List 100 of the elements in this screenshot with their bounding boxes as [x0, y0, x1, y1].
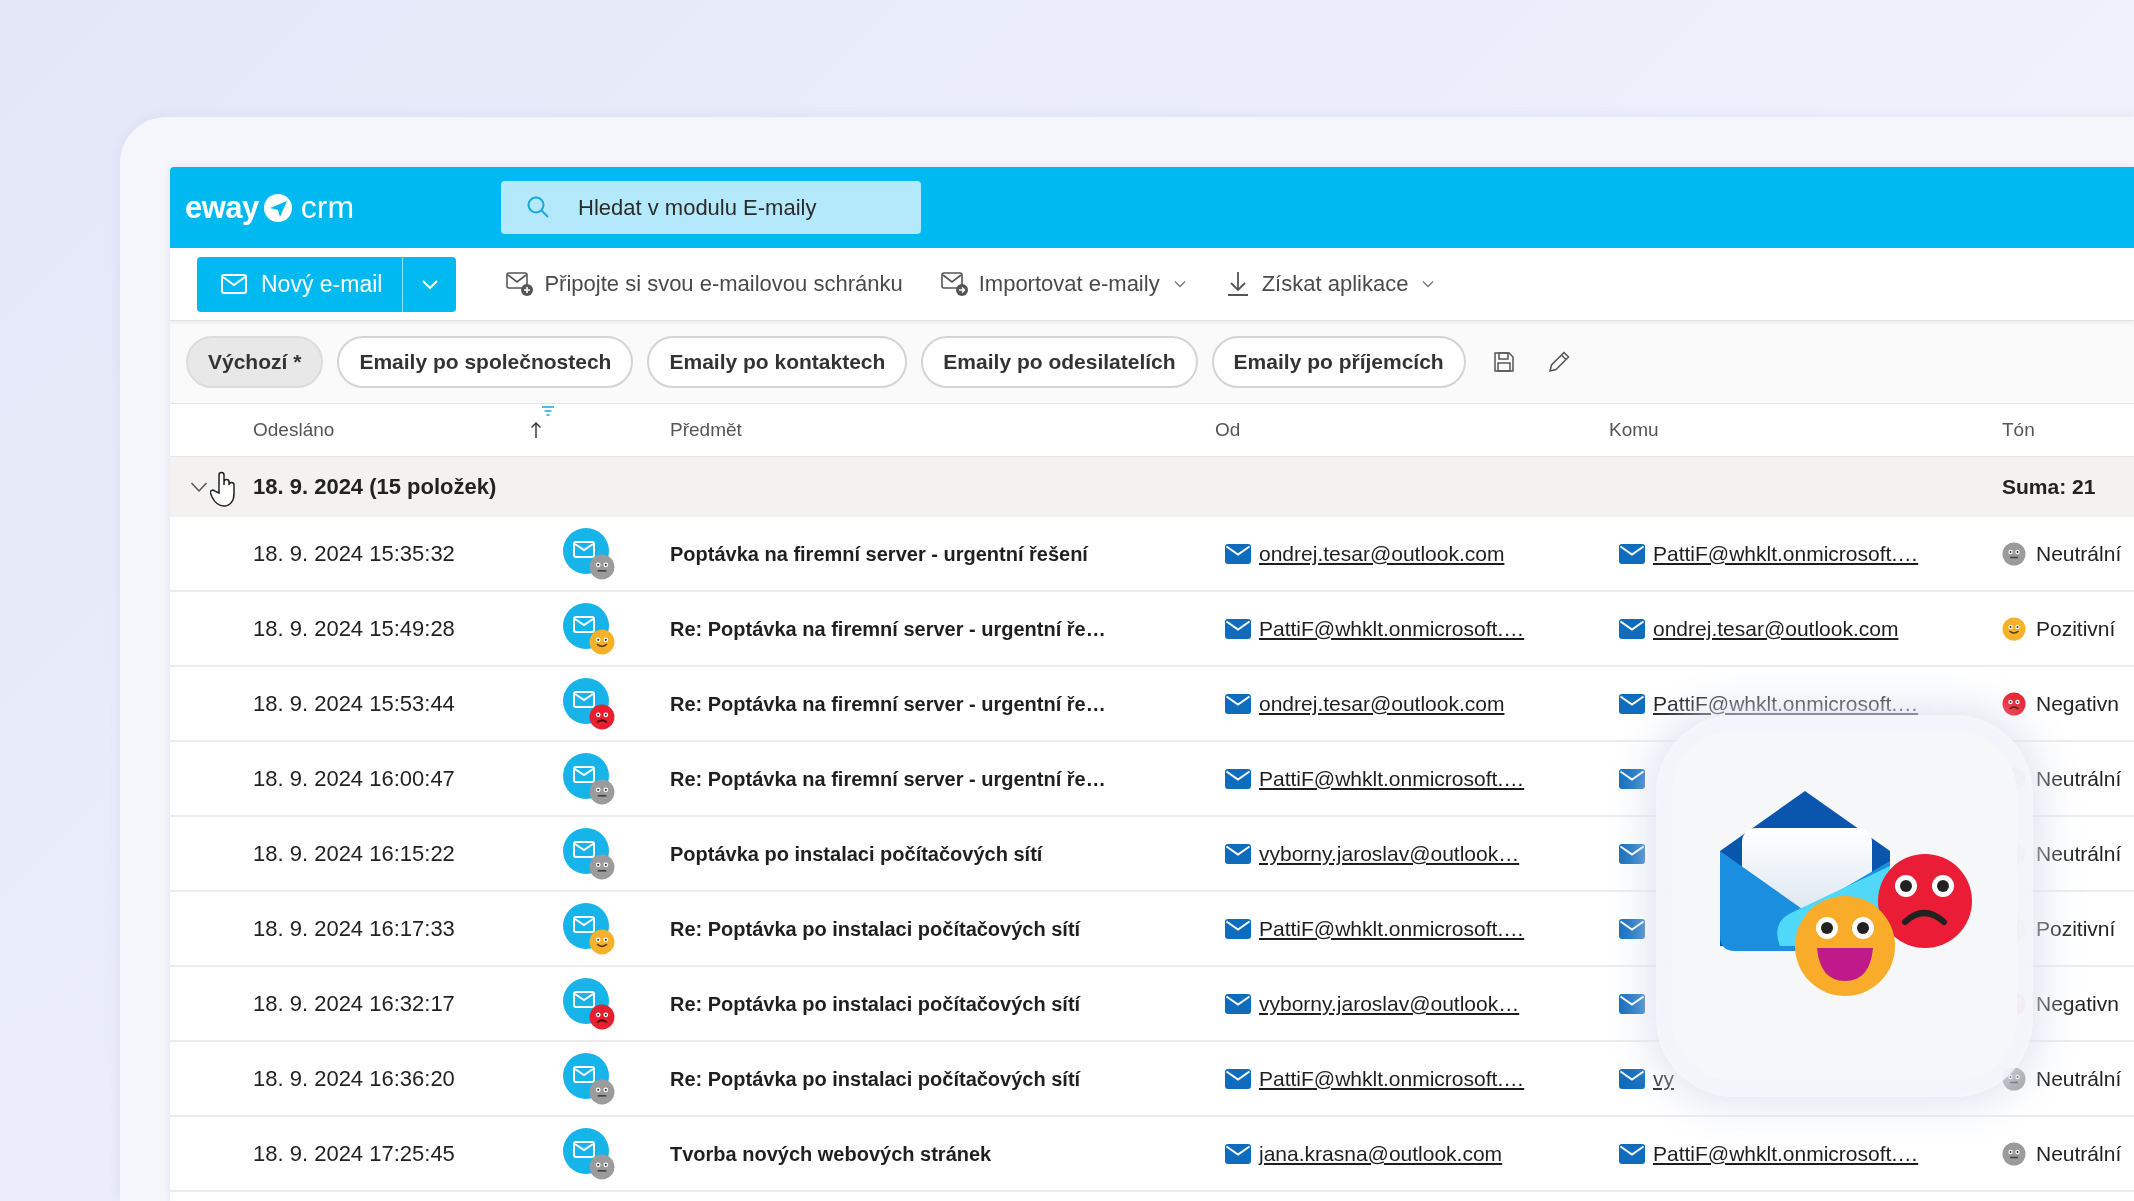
toolbar-button[interactable]: Připojte si svou e-mailovou schránku [506, 270, 903, 298]
mail-icon [1619, 768, 1645, 789]
view-tab[interactable]: Emaily po odesilatelích [921, 336, 1198, 388]
sent-date: 18. 9. 2024 17:25:45 [253, 1140, 455, 1166]
smiley-face-icon [589, 928, 615, 955]
save-icon [1491, 350, 1516, 374]
sent-date: 18. 9. 2024 16:00:47 [253, 765, 455, 791]
mail-icon [1225, 918, 1251, 939]
mail-icon [1225, 543, 1251, 564]
tone-label: Negativn [2036, 691, 2119, 716]
email-subject: Poptávka po instalaci počítačových sítí [670, 842, 1043, 865]
email-subject: Poptávka na firemní server - urgentní řešení [670, 542, 1088, 565]
sender-link[interactable]: PattiF@whklt.onmicrosoft.… [1259, 916, 1525, 941]
neutral-face-icon [2002, 541, 2026, 566]
sender-link[interactable]: jana.krasna@outlook.com [1259, 1141, 1503, 1166]
sender-link[interactable]: ondrej.tesar@outlook.com [1259, 541, 1505, 566]
filter-icon [541, 405, 555, 417]
mail-icon [1619, 693, 1645, 714]
tone-label: Neutrální [2036, 841, 2122, 866]
toolbar-button[interactable]: Získat aplikace [1223, 270, 1435, 298]
group-sum: Suma: 21 [2002, 475, 2096, 498]
mail-icon [1619, 843, 1645, 864]
tone-label: Neutrální [2036, 541, 2122, 566]
neutral-face-icon [589, 778, 615, 805]
recipient-link[interactable]: ondrej.tesar@outlook.com [1653, 616, 1899, 641]
mail-icon [1225, 618, 1251, 639]
logo-text: eway [185, 189, 259, 226]
sad-face-icon [589, 1003, 615, 1030]
tone-label: Pozitivní [2036, 616, 2116, 641]
mail-icon [1225, 693, 1251, 714]
mail-icon [1619, 1143, 1645, 1164]
tone-label: Negativn [2036, 991, 2119, 1016]
group-row[interactable]: 18. 9. 2024 (15 položek) Suma: 21 [170, 457, 2134, 517]
recipient-link[interactable]: vy [1653, 1066, 1674, 1091]
view-tab[interactable]: Výchozí * [186, 336, 324, 388]
sort-arrow-icon [530, 421, 543, 439]
tone-label: Neutrální [2036, 1141, 2122, 1166]
view-tab[interactable]: Emaily po kontaktech [647, 336, 908, 388]
column-header[interactable]: Odesláno [253, 419, 335, 441]
tone-label: Pozitivní [2036, 916, 2116, 941]
email-subject: Re: Poptávka na firemní server - urgentní ře… [670, 692, 1106, 715]
mail-icon [1619, 1068, 1645, 1089]
sender-link[interactable]: vyborny.jaroslav@outlook… [1259, 991, 1520, 1016]
mail-icon [221, 274, 247, 294]
sender-link[interactable]: ondrej.tesar@outlook.com [1259, 691, 1505, 716]
neutral-face-icon [589, 1153, 615, 1180]
mail-icon [1619, 993, 1645, 1014]
sad-face-icon [589, 703, 615, 730]
sent-date: 18. 9. 2024 16:32:17 [253, 990, 455, 1016]
mail-icon [1619, 543, 1645, 564]
sender-link[interactable]: PattiF@whklt.onmicrosoft.… [1259, 616, 1525, 641]
chevron-icon [420, 278, 439, 290]
sent-date: 18. 9. 2024 16:36:20 [253, 1065, 455, 1091]
sent-date: 18. 9. 2024 16:17:33 [253, 915, 455, 941]
mail-icon [1225, 768, 1251, 789]
mail-icon [1619, 618, 1645, 639]
sender-link[interactable]: PattiF@whklt.onmicrosoft.… [1259, 766, 1525, 791]
column-header[interactable]: Od [1215, 419, 1241, 440]
sent-date: 18. 9. 2024 15:35:32 [253, 540, 455, 566]
logo-text: crm [300, 189, 355, 226]
tone-label: Neutrální [2036, 766, 2122, 791]
email-subject: Tvorba nových webových stránek [670, 1142, 992, 1165]
sender-link[interactable]: PattiF@whklt.onmicrosoft.… [1259, 1066, 1525, 1091]
mail-icon [1225, 843, 1251, 864]
mailbox-add-icon [506, 270, 535, 298]
hand-cursor-icon [210, 471, 238, 507]
recipient-link[interactable]: PattiF@whklt.onmicrosoft.… [1653, 691, 1919, 716]
neutral-face-icon [589, 853, 615, 880]
search-field[interactable]: Hledat v modulu E-maily [501, 181, 921, 234]
recipient-link[interactable]: PattiF@whklt.onmicrosoft.… [1653, 1141, 1919, 1166]
view-tab[interactable]: Emaily po společnostech [337, 336, 634, 388]
column-header[interactable]: Komu [1609, 419, 1659, 440]
email-subject: Re: Poptávka po instalaci počítačových sítí [670, 992, 1081, 1015]
logo-icon [262, 192, 293, 223]
neutral-face-icon [2002, 1141, 2026, 1166]
neutral-face-icon [589, 553, 615, 580]
email-subject: Re: Poptávka po instalaci počítačových sítí [670, 917, 1081, 940]
email-subject: Re: Poptávka na firemní server - urgentní ře… [670, 767, 1106, 790]
tone-label: Neutrální [2036, 1066, 2122, 1091]
smiley-face-icon [589, 628, 615, 655]
mail-icon [1225, 1143, 1251, 1164]
column-header[interactable]: Tón [2002, 419, 2035, 440]
sent-date: 18. 9. 2024 15:49:28 [253, 615, 455, 641]
mail-import-icon [940, 270, 969, 298]
view-tab[interactable]: Emaily po příjemcích [1211, 336, 1466, 388]
sad-face-icon [2002, 691, 2026, 716]
mail-icon [1619, 918, 1645, 939]
toolbar-button[interactable]: Importovat e-maily [940, 270, 1186, 298]
email-subject: Re: Poptávka na firemní server - urgentní ře… [670, 617, 1106, 640]
sender-link[interactable]: vyborny.jaroslav@outlook… [1259, 841, 1520, 866]
neutral-face-icon [589, 1078, 615, 1105]
email-subject: Re: Poptávka po instalaci počítačových sítí [670, 1067, 1081, 1090]
sent-date: 18. 9. 2024 16:15:22 [253, 840, 455, 866]
recipient-link[interactable]: PattiF@whklt.onmicrosoft.… [1653, 541, 1919, 566]
mail-icon [1225, 993, 1251, 1014]
group-label: 18. 9. 2024 (15 položek) [253, 474, 497, 499]
sent-date: 18. 9. 2024 15:53:44 [253, 690, 455, 716]
column-header[interactable]: Předmět [670, 419, 742, 440]
search-icon [525, 194, 551, 220]
mail-icon [1225, 1068, 1251, 1089]
